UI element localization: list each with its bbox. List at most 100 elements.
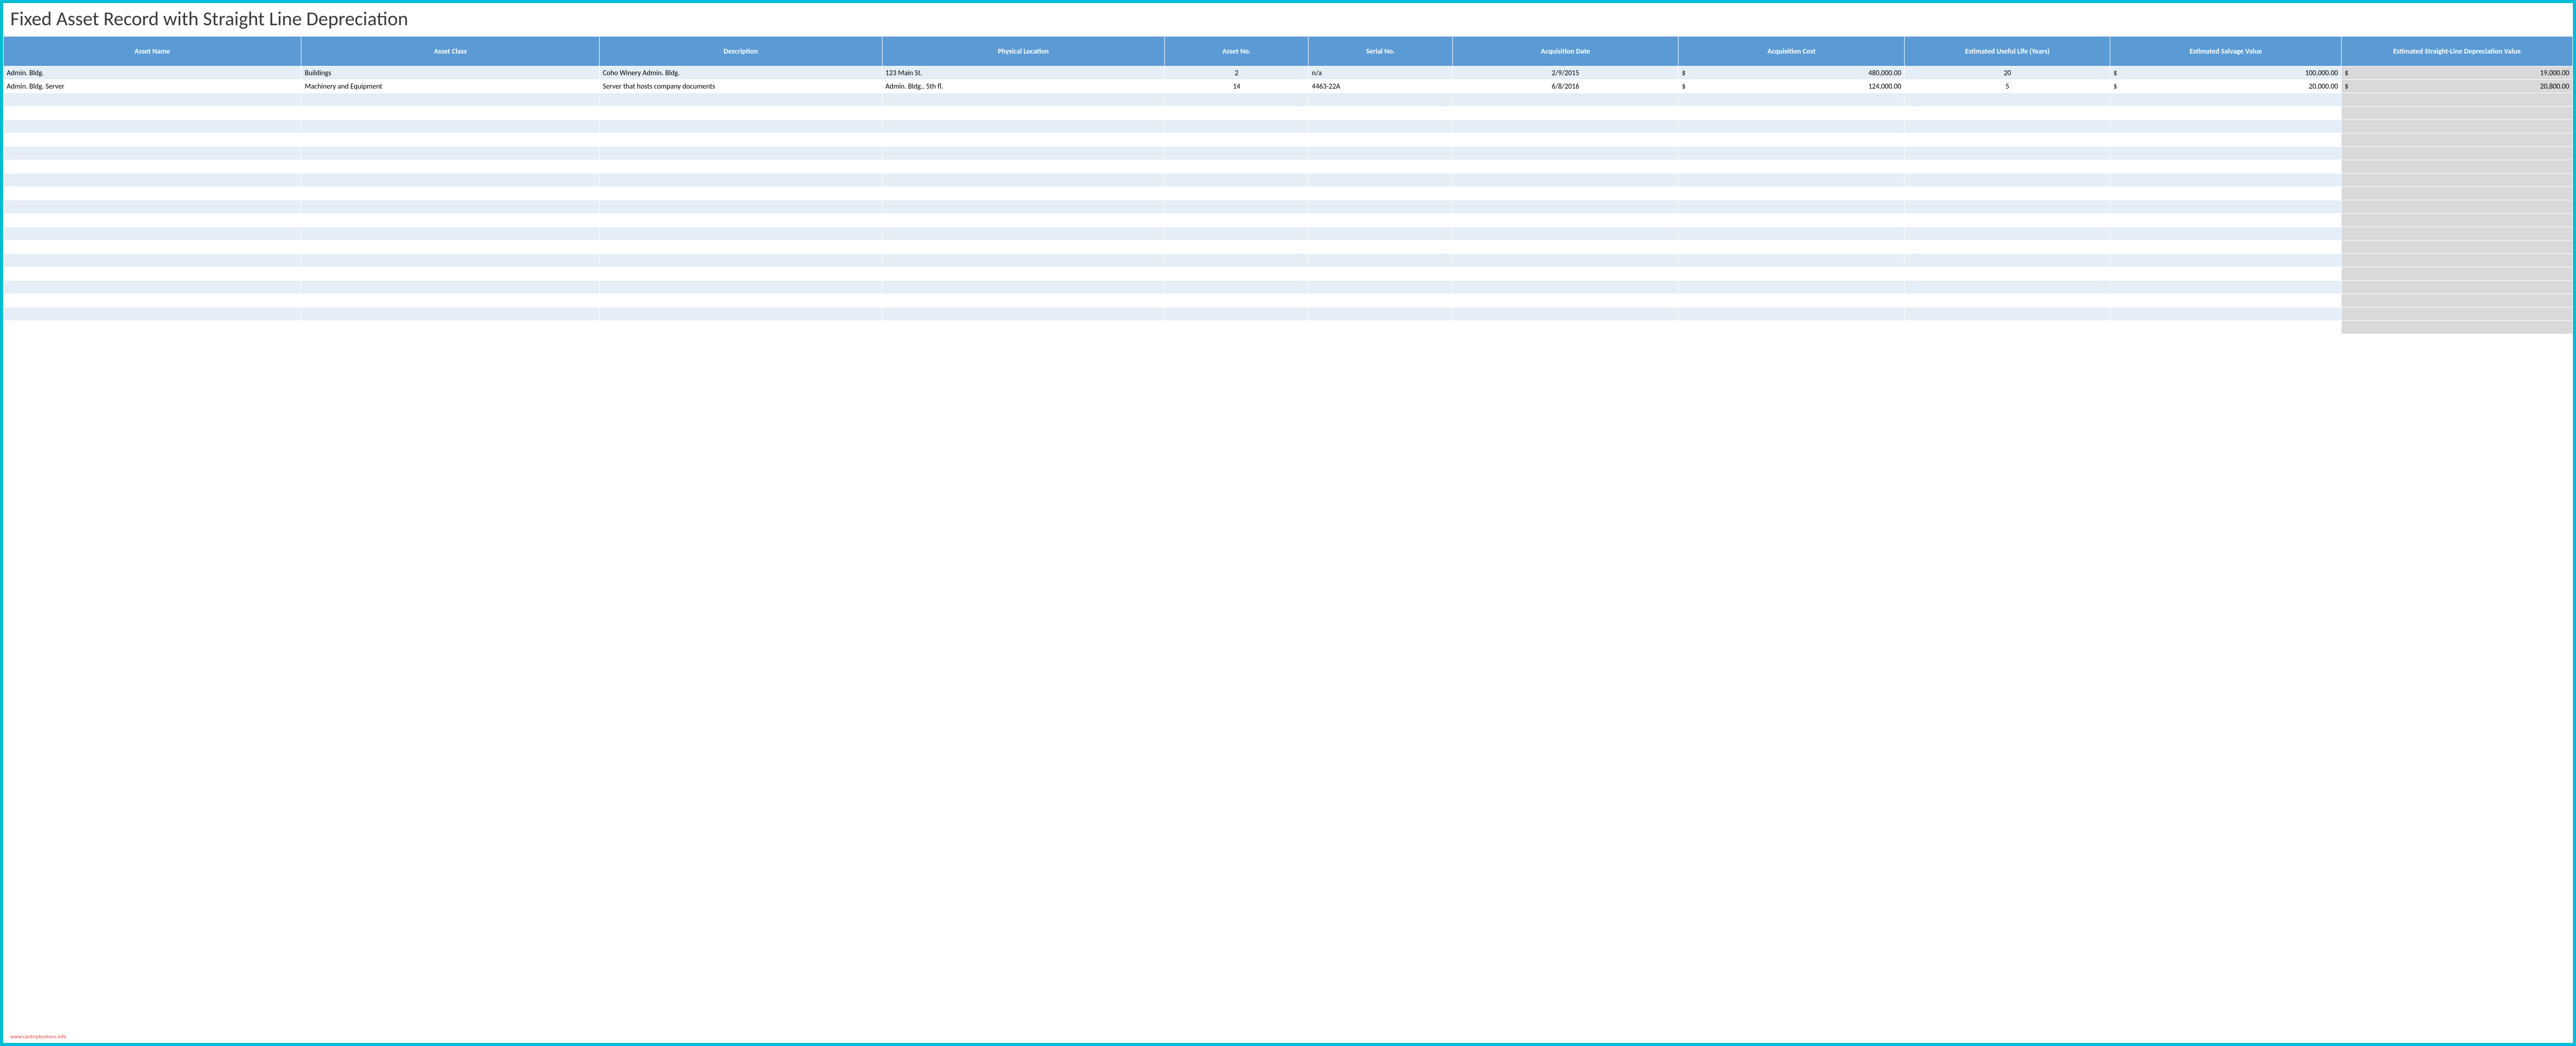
table-cell[interactable] [1309,254,1452,267]
table-cell[interactable] [1679,294,1905,307]
table-cell[interactable] [882,227,1165,241]
table-cell[interactable] [1679,281,1905,294]
table-cell[interactable] [2110,133,2342,147]
table-cell[interactable] [599,120,882,133]
table-cell[interactable] [882,120,1165,133]
table-cell[interactable] [599,174,882,187]
table-cell[interactable] [1165,214,1309,227]
table-cell[interactable] [2110,281,2342,294]
table-cell[interactable]: $19,000.00 [2342,66,2573,80]
table-cell[interactable]: $20,000.00 [2110,80,2342,93]
table-cell[interactable] [4,267,301,281]
table-cell[interactable] [2110,294,2342,307]
table-cell[interactable] [2110,93,2342,107]
table-cell[interactable] [4,294,301,307]
table-cell[interactable] [1452,187,1679,200]
table-cell[interactable]: Server that hosts company documents [599,80,882,93]
table-cell[interactable] [882,133,1165,147]
table-cell[interactable] [1165,200,1309,214]
table-cell[interactable]: 20 [1905,66,2110,80]
table-cell[interactable] [2110,107,2342,120]
table-cell[interactable]: $100,000.00 [2110,66,2342,80]
table-cell[interactable] [301,321,599,334]
table-cell[interactable] [301,160,599,174]
table-cell[interactable] [2342,267,2573,281]
table-cell[interactable] [301,93,599,107]
table-cell[interactable] [1679,254,1905,267]
table-cell[interactable] [1679,321,1905,334]
table-cell[interactable] [1165,267,1309,281]
table-cell[interactable] [882,254,1165,267]
table-cell[interactable] [1905,254,2110,267]
table-cell[interactable]: n/a [1309,66,1452,80]
table-cell[interactable] [1679,267,1905,281]
table-cell[interactable] [2110,200,2342,214]
table-cell[interactable] [2342,241,2573,254]
table-cell[interactable]: $124,000.00 [1679,80,1905,93]
table-cell[interactable] [301,214,599,227]
table-cell[interactable] [301,267,599,281]
table-cell[interactable] [1165,227,1309,241]
table-cell[interactable] [599,147,882,160]
table-cell[interactable] [1309,281,1452,294]
table-cell[interactable] [1905,294,2110,307]
table-cell[interactable] [1905,227,2110,241]
table-cell[interactable]: 14 [1165,80,1309,93]
table-cell[interactable] [1165,321,1309,334]
table-cell[interactable]: Buildings [301,66,599,80]
table-cell[interactable] [301,133,599,147]
table-cell[interactable] [1309,214,1452,227]
table-cell[interactable] [1309,93,1452,107]
table-cell[interactable] [1679,241,1905,254]
table-cell[interactable] [1165,147,1309,160]
table-cell[interactable] [301,281,599,294]
table-cell[interactable] [1309,147,1452,160]
table-cell[interactable] [1452,133,1679,147]
table-cell[interactable] [1309,227,1452,241]
table-cell[interactable] [599,187,882,200]
table-cell[interactable] [2110,307,2342,321]
table-cell[interactable] [1679,147,1905,160]
table-cell[interactable] [1905,107,2110,120]
table-cell[interactable] [1309,307,1452,321]
table-cell[interactable] [599,281,882,294]
table-cell[interactable] [301,147,599,160]
table-cell[interactable] [2342,294,2573,307]
table-cell[interactable] [1452,254,1679,267]
table-cell[interactable]: 5 [1905,80,2110,93]
table-cell[interactable] [882,241,1165,254]
table-cell[interactable] [599,307,882,321]
table-cell[interactable] [1452,267,1679,281]
table-cell[interactable] [882,160,1165,174]
table-cell[interactable] [4,227,301,241]
table-cell[interactable] [1165,254,1309,267]
table-cell[interactable] [2110,187,2342,200]
col-asset-no[interactable]: Asset No. [1165,37,1309,66]
table-cell[interactable] [1452,307,1679,321]
table-cell[interactable] [599,160,882,174]
table-cell[interactable] [882,307,1165,321]
table-cell[interactable] [1905,174,2110,187]
table-cell[interactable] [2110,321,2342,334]
table-cell[interactable] [1165,307,1309,321]
table-cell[interactable] [1165,294,1309,307]
table-cell[interactable] [2110,254,2342,267]
table-cell[interactable] [4,281,301,294]
table-cell[interactable] [4,120,301,133]
table-cell[interactable] [2110,147,2342,160]
table-cell[interactable] [1905,214,2110,227]
table-cell[interactable] [301,254,599,267]
table-cell[interactable] [301,307,599,321]
table-cell[interactable]: 2 [1165,66,1309,80]
table-cell[interactable] [882,214,1165,227]
table-cell[interactable] [882,93,1165,107]
table-cell[interactable] [2110,174,2342,187]
table-cell[interactable] [1679,227,1905,241]
table-cell[interactable]: 4463-22A [1309,80,1452,93]
table-cell[interactable] [599,133,882,147]
table-cell[interactable] [1309,160,1452,174]
table-cell[interactable] [1452,214,1679,227]
table-cell[interactable] [1679,133,1905,147]
table-cell[interactable] [4,187,301,200]
table-cell[interactable] [1905,160,2110,174]
